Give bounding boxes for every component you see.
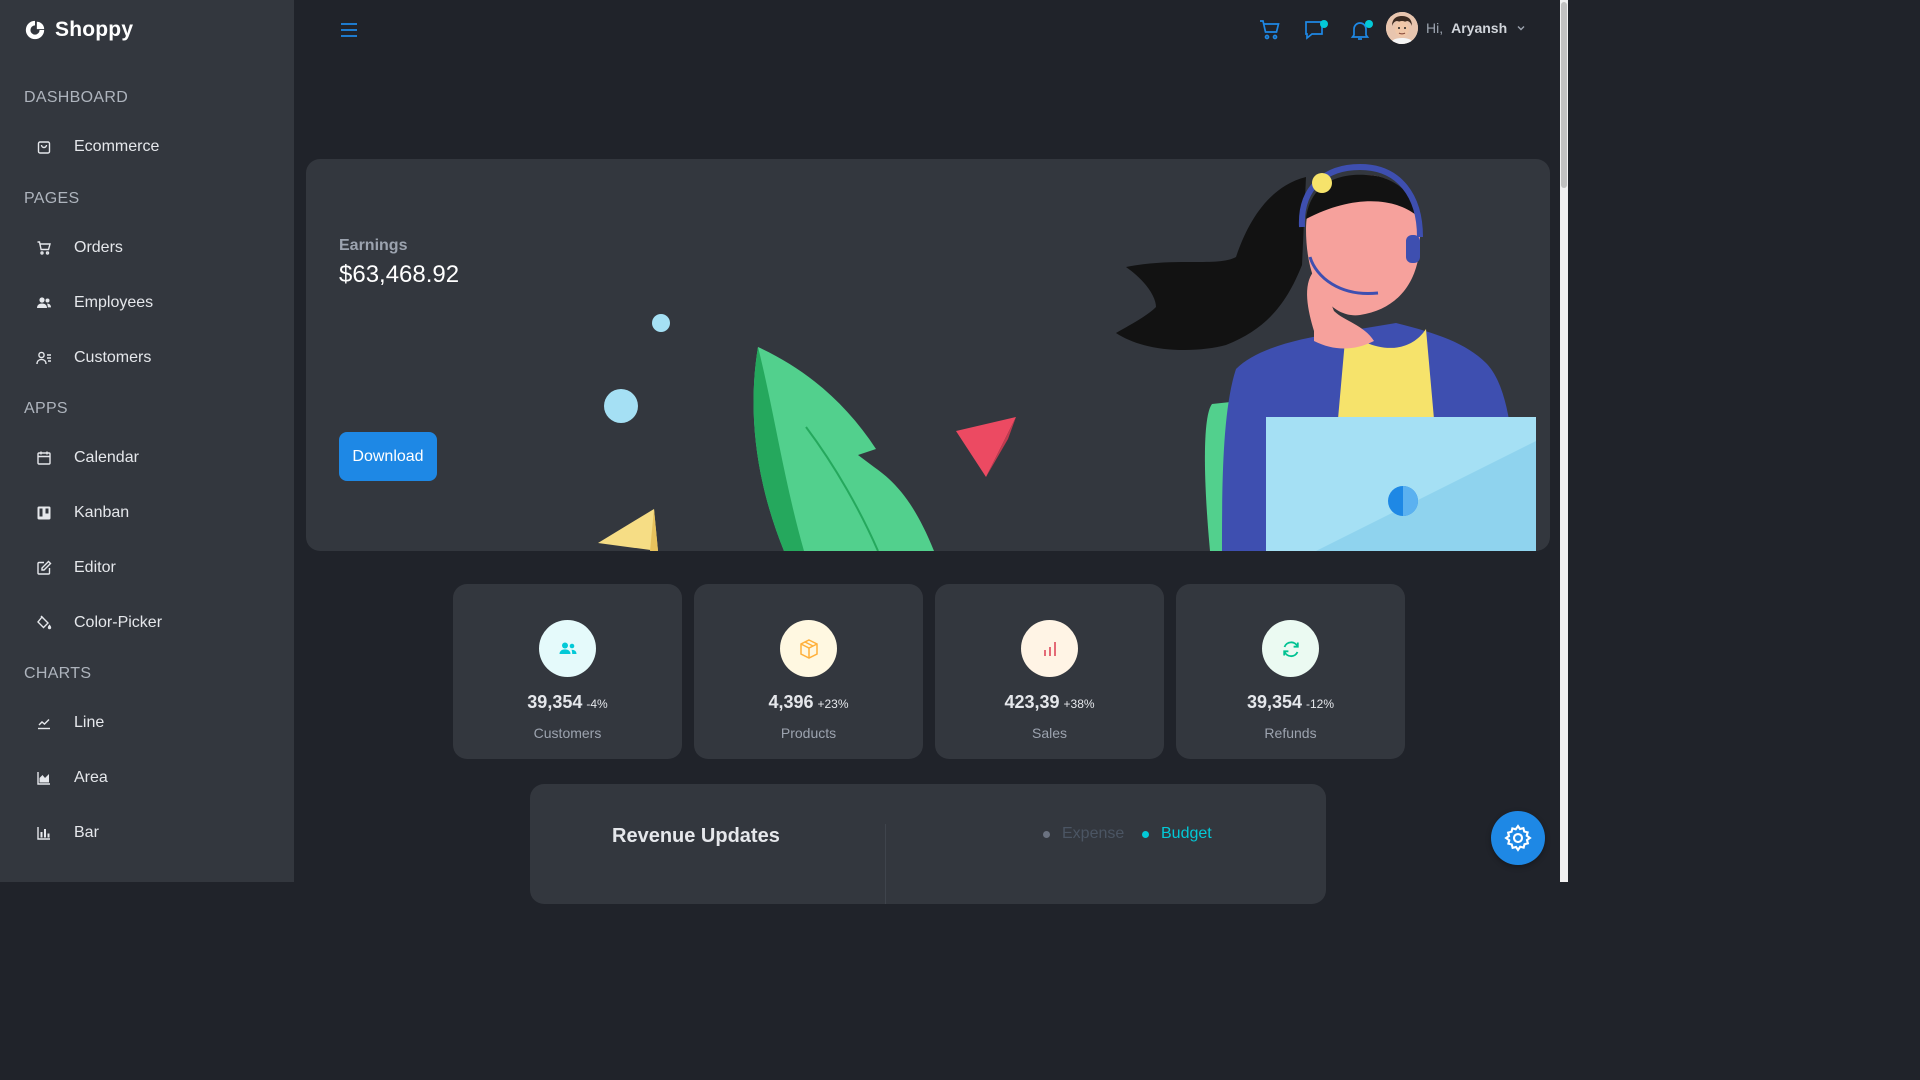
avatar-face-icon	[1386, 12, 1418, 44]
bell-notification-dot	[1365, 20, 1373, 28]
earnings-card: Earnings $63,468.92 Download	[306, 159, 1550, 551]
cart-icon[interactable]	[1258, 18, 1282, 42]
stat-percentage: -4%	[586, 697, 608, 711]
stat-card-refunds: 39,354 -12% Refunds	[1176, 584, 1405, 759]
stat-icon-button[interactable]	[1262, 620, 1319, 677]
legend-budget[interactable]: Budget	[1142, 825, 1212, 843]
stat-name: Products	[780, 725, 837, 741]
stat-value: 39,354	[527, 692, 583, 712]
sidebar: Shoppy DASHBOARD Ecommerce PAGES Orders …	[0, 0, 294, 882]
greeting-text: Hi,	[1426, 20, 1444, 36]
brand-logo[interactable]: Shoppy	[24, 18, 133, 42]
sidebar-item-editor[interactable]: Editor	[36, 548, 276, 588]
sidebar-item-label: Editor	[74, 559, 116, 576]
stat-card-customers: 39,354 -4% Customers	[453, 584, 682, 759]
user-list-icon	[36, 351, 51, 365]
sidebar-item-label: Customers	[74, 349, 152, 366]
stat-icon-button[interactable]	[780, 620, 837, 677]
earnings-label: Earnings	[339, 237, 408, 254]
kanban-icon	[37, 506, 51, 520]
sidebar-item-bar[interactable]: Bar	[36, 813, 276, 853]
brand-name: Shoppy	[55, 18, 134, 41]
stat-icon-button[interactable]	[539, 620, 596, 677]
stat-name: Customers	[533, 725, 602, 741]
legend-dot	[1043, 830, 1050, 838]
legend-dot	[1142, 830, 1149, 838]
box-icon	[799, 638, 818, 659]
legend-label: Expense	[1062, 825, 1125, 842]
sidebar-section-dashboard: DASHBOARD	[24, 89, 129, 106]
sidebar-item-orders[interactable]: Orders	[36, 228, 276, 268]
divider	[885, 824, 886, 904]
menu-icon[interactable]	[339, 20, 359, 40]
sidebar-section-apps: APPS	[24, 400, 68, 417]
stat-percentage: +23%	[817, 697, 849, 711]
revenue-title: Revenue Updates	[612, 825, 780, 847]
gear-icon	[1504, 824, 1532, 852]
legend-label: Budget	[1161, 825, 1212, 842]
bar-chart-icon	[1043, 641, 1056, 656]
stat-percentage: -12%	[1306, 697, 1335, 711]
sidebar-item-label: Line	[74, 714, 105, 731]
sidebar-item-label: Color-Picker	[74, 614, 163, 631]
sidebar-item-area[interactable]: Area	[36, 758, 276, 798]
shoppy-logo-icon	[25, 20, 45, 40]
sidebar-item-color-picker[interactable]: Color-Picker	[36, 603, 276, 643]
earnings-value: $63,468.92	[339, 261, 460, 288]
calendar-icon	[37, 451, 51, 465]
sidebar-item-ecommerce[interactable]: Ecommerce	[36, 127, 276, 167]
revenue-updates-card: Revenue Updates Expense Budget	[530, 784, 1326, 904]
area-chart-icon	[37, 772, 50, 785]
scrollbar-thumb[interactable]	[1561, 2, 1567, 188]
sidebar-item-label: Area	[74, 769, 108, 786]
stat-value: 4,396	[768, 692, 814, 712]
stat-card-products: 4,396 +23% Products	[694, 584, 923, 759]
sidebar-section-pages: PAGES	[24, 190, 80, 207]
people-icon	[37, 297, 51, 308]
sidebar-item-label: Orders	[74, 239, 123, 256]
sidebar-item-label: Calendar	[74, 449, 139, 466]
stat-value: 423,39	[1004, 692, 1060, 712]
bar-chart-icon	[37, 827, 50, 840]
stat-card-sales: 423,39 +38% Sales	[935, 584, 1164, 759]
earnings-illustration	[598, 163, 1536, 551]
settings-button[interactable]	[1491, 811, 1545, 865]
paint-bucket-icon	[37, 615, 52, 630]
sidebar-item-customers[interactable]: Customers	[36, 338, 276, 378]
avatar	[1386, 12, 1418, 44]
refresh-icon	[1282, 640, 1299, 657]
stat-value: 39,354	[1246, 692, 1303, 712]
user-profile-menu[interactable]: Hi, Aryansh	[1386, 12, 1527, 44]
sidebar-item-label: Ecommerce	[74, 138, 160, 155]
username: Aryansh	[1451, 20, 1508, 36]
sidebar-item-calendar[interactable]: Calendar	[36, 438, 276, 478]
legend-expense[interactable]: Expense	[1043, 825, 1124, 843]
sidebar-section-charts: CHARTS	[24, 665, 92, 682]
chevron-down-icon	[1517, 26, 1525, 31]
sidebar-item-label: Bar	[74, 824, 99, 841]
stat-name: Sales	[1031, 725, 1068, 741]
people-icon	[559, 642, 576, 654]
stat-icon-button[interactable]	[1021, 620, 1078, 677]
sidebar-item-line[interactable]: Line	[36, 703, 276, 743]
edit-icon	[37, 560, 52, 575]
stat-percentage: +38%	[1063, 697, 1095, 711]
shopping-bag-icon	[37, 141, 51, 154]
stat-name: Refunds	[1264, 725, 1317, 741]
cart-icon	[37, 241, 51, 255]
download-button[interactable]: Download	[339, 432, 437, 481]
sidebar-item-employees[interactable]: Employees	[36, 283, 276, 323]
chat-notification-dot	[1320, 20, 1328, 28]
sidebar-item-label: Employees	[74, 294, 154, 311]
line-chart-icon	[38, 719, 50, 730]
sidebar-item-label: Kanban	[74, 504, 130, 521]
sidebar-item-kanban[interactable]: Kanban	[36, 493, 276, 533]
